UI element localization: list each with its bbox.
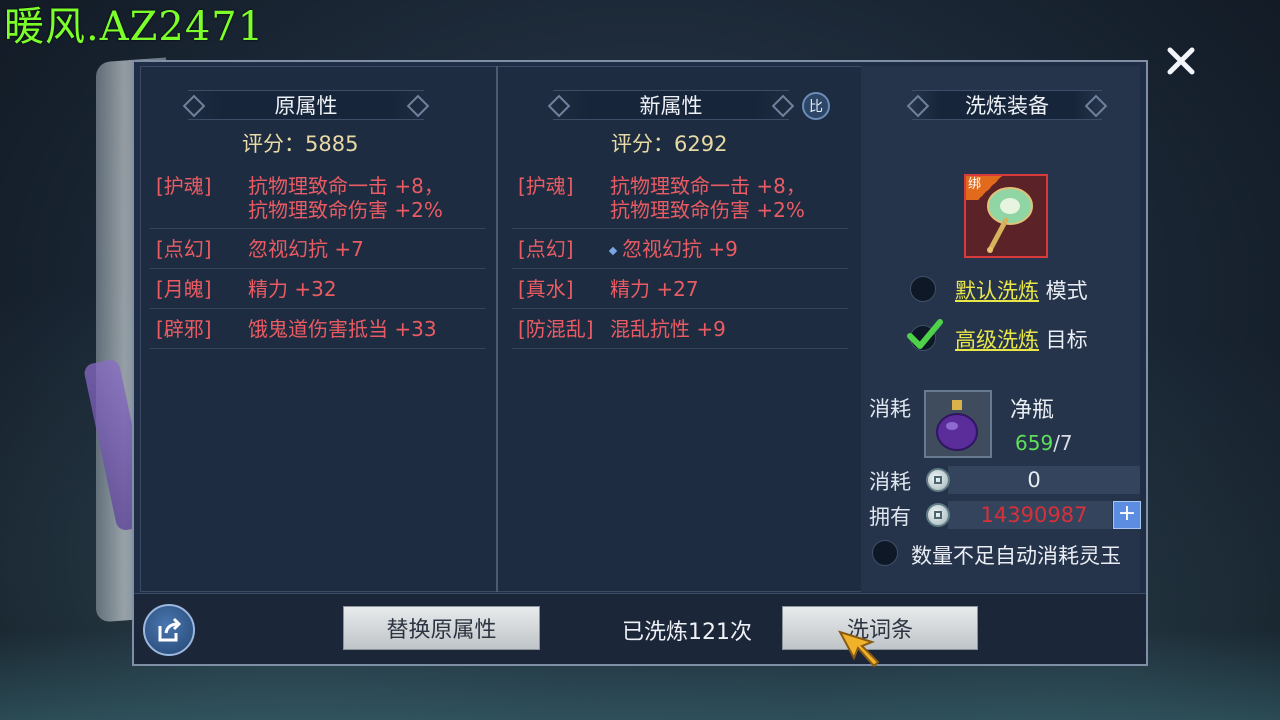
original-attr-row: [辟邪] 饿鬼道伤害抵当 +33	[156, 317, 437, 341]
row-separator	[150, 268, 486, 269]
silver-coin-icon	[926, 468, 950, 492]
silver-coin-icon	[926, 503, 950, 527]
material-name: 净瓶	[1010, 398, 1055, 423]
row-separator	[512, 308, 848, 309]
advanced-refine-link[interactable]: 高级洗炼	[955, 328, 1039, 352]
default-refine-link[interactable]: 默认洗炼	[955, 279, 1039, 303]
material-slot[interactable]	[924, 390, 992, 458]
new-attributes-title: 新属性	[547, 90, 795, 120]
consume-label: 消耗	[869, 397, 911, 421]
close-button[interactable]	[1160, 40, 1202, 82]
close-icon	[1167, 47, 1195, 75]
row-separator	[150, 348, 486, 349]
consume-currency-value: 0	[1027, 468, 1041, 492]
new-attr-row: [防混乱] 混乱抗性 +9	[518, 317, 726, 341]
auto-consume-radio[interactable]	[872, 540, 898, 566]
new-attr-row: [护魂] 抗物理致命一击 +8， 抗物理致命伤害 +2%	[518, 174, 806, 222]
wash-entries-button[interactable]: 洗词条	[782, 606, 978, 650]
advanced-target-option: 高级洗炼 目标	[955, 328, 1088, 352]
refine-equipment-title: 洗炼装备	[906, 90, 1108, 120]
checkmark-icon	[907, 319, 943, 349]
equipment-slot[interactable]: 绑	[964, 174, 1048, 258]
new-score: 评分：6292	[611, 132, 728, 156]
original-attributes-title: 原属性	[182, 90, 430, 120]
auto-consume-text: 数量不足自动消耗灵玉	[911, 544, 1121, 568]
new-attr-row: [真水] 精力 +27	[518, 277, 699, 301]
default-mode-option: 默认洗炼 模式	[955, 279, 1088, 303]
bind-badge: 绑	[966, 176, 1002, 200]
original-attr-row: [月魄] 精力 +32	[156, 277, 337, 301]
row-separator	[512, 268, 848, 269]
row-separator	[150, 308, 486, 309]
default-mode-radio[interactable]	[910, 276, 936, 302]
improved-marker-icon	[608, 246, 618, 255]
original-score: 评分：5885	[242, 132, 359, 156]
original-attr-row: [护魂] 抗物理致命一击 +8， 抗物理致命伤害 +2%	[156, 174, 444, 222]
refine-count-text: 已洗炼121次	[622, 620, 752, 645]
watermark-text: 暖风.AZ2471	[4, 4, 265, 50]
compare-icon[interactable]: 比	[802, 92, 830, 120]
own-currency-value: 14390987	[980, 503, 1088, 527]
share-button[interactable]	[143, 604, 195, 656]
consume-currency-label: 消耗	[869, 470, 911, 494]
pointer-cursor-icon	[838, 630, 880, 668]
material-count: 659/7	[1015, 431, 1073, 455]
row-separator	[512, 228, 848, 229]
row-separator	[512, 348, 848, 349]
row-separator	[150, 228, 486, 229]
new-attr-row: [点幻] 忽视幻抗 +9	[518, 237, 738, 261]
column-divider	[496, 66, 498, 592]
own-currency-label: 拥有	[869, 505, 911, 529]
add-currency-button[interactable]: +	[1113, 501, 1141, 529]
replace-attributes-button[interactable]: 替换原属性	[343, 606, 540, 650]
vase-item-icon	[936, 400, 978, 451]
original-attr-row: [点幻] 忽视幻抗 +7	[156, 237, 364, 261]
share-icon	[158, 617, 182, 642]
